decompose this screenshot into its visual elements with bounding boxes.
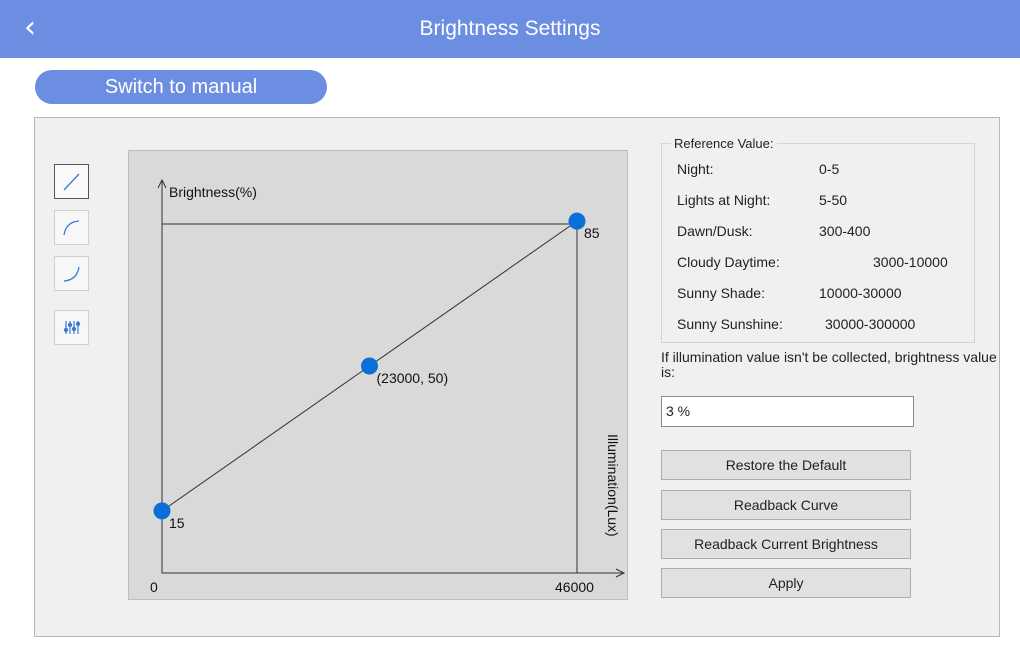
- reference-value: 300-400: [819, 223, 871, 239]
- plot-area-border: [161, 223, 578, 574]
- linear-curve-tool[interactable]: [54, 164, 89, 199]
- brightness-curve-chart: Brightness(%) Illumination(Lux) 0 46000 …: [128, 150, 628, 600]
- fallback-brightness-input[interactable]: 3 %: [661, 396, 914, 427]
- reference-title: Reference Value:: [671, 136, 777, 151]
- apply-button[interactable]: Apply: [661, 568, 911, 598]
- equalizer-tool[interactable]: [54, 310, 89, 345]
- linear-curve-icon[interactable]: [55, 165, 88, 198]
- concave-curve-icon[interactable]: [55, 257, 88, 290]
- page-title: Brightness Settings: [419, 17, 601, 40]
- reference-value: 10000-30000: [819, 285, 902, 301]
- x-tick-label-min: 0: [150, 579, 158, 595]
- readback-curve-button[interactable]: Readback Curve: [661, 490, 911, 520]
- reference-label: Cloudy Daytime:: [677, 254, 780, 270]
- curve-control-point[interactable]: [361, 357, 378, 375]
- curve-control-point[interactable]: [568, 212, 586, 230]
- switch-to-manual-button[interactable]: Switch to manual: [35, 70, 327, 104]
- header-bar: ‹ Brightness Settings: [0, 0, 1020, 58]
- y-axis-label: Brightness(%): [169, 184, 257, 200]
- point-data-label: (23000, 50): [377, 370, 449, 386]
- x-tick-label-max: 46000: [555, 579, 594, 595]
- reference-value: 5-50: [819, 192, 848, 208]
- reference-value: 30000-300000: [825, 316, 916, 332]
- fallback-description: If illumination value isn't be collected…: [661, 349, 997, 380]
- curve-control-point[interactable]: [153, 502, 171, 520]
- concave-curve-tool[interactable]: [54, 256, 89, 291]
- reference-values-box: Reference Value: Night: 0-5 Lights at Ni…: [661, 136, 975, 343]
- reference-label: Night:: [677, 161, 714, 177]
- reference-label: Lights at Night:: [677, 192, 771, 208]
- readback-current-brightness-button[interactable]: Readback Current Brightness: [661, 529, 911, 559]
- convex-curve-icon[interactable]: [55, 211, 88, 244]
- restore-default-button[interactable]: Restore the Default: [661, 450, 911, 480]
- convex-curve-tool[interactable]: [54, 210, 89, 245]
- reference-label: Dawn/Dusk:: [677, 223, 753, 239]
- reference-label: Sunny Shade:: [677, 285, 765, 301]
- settings-panel: Brightness(%) Illumination(Lux) 0 46000 …: [34, 117, 1000, 637]
- reference-value: 3000-10000: [873, 254, 948, 270]
- point-data-label: 15: [169, 515, 185, 531]
- x-axis-label: Illumination(Lux): [605, 434, 621, 537]
- equalizer-sliders-icon[interactable]: [55, 311, 88, 344]
- reference-label: Sunny Sunshine:: [677, 316, 783, 332]
- reference-value: 0-5: [819, 161, 840, 177]
- chart-canvas[interactable]: Brightness(%) Illumination(Lux) 0 46000 …: [129, 151, 627, 599]
- point-data-label: 85: [584, 225, 600, 241]
